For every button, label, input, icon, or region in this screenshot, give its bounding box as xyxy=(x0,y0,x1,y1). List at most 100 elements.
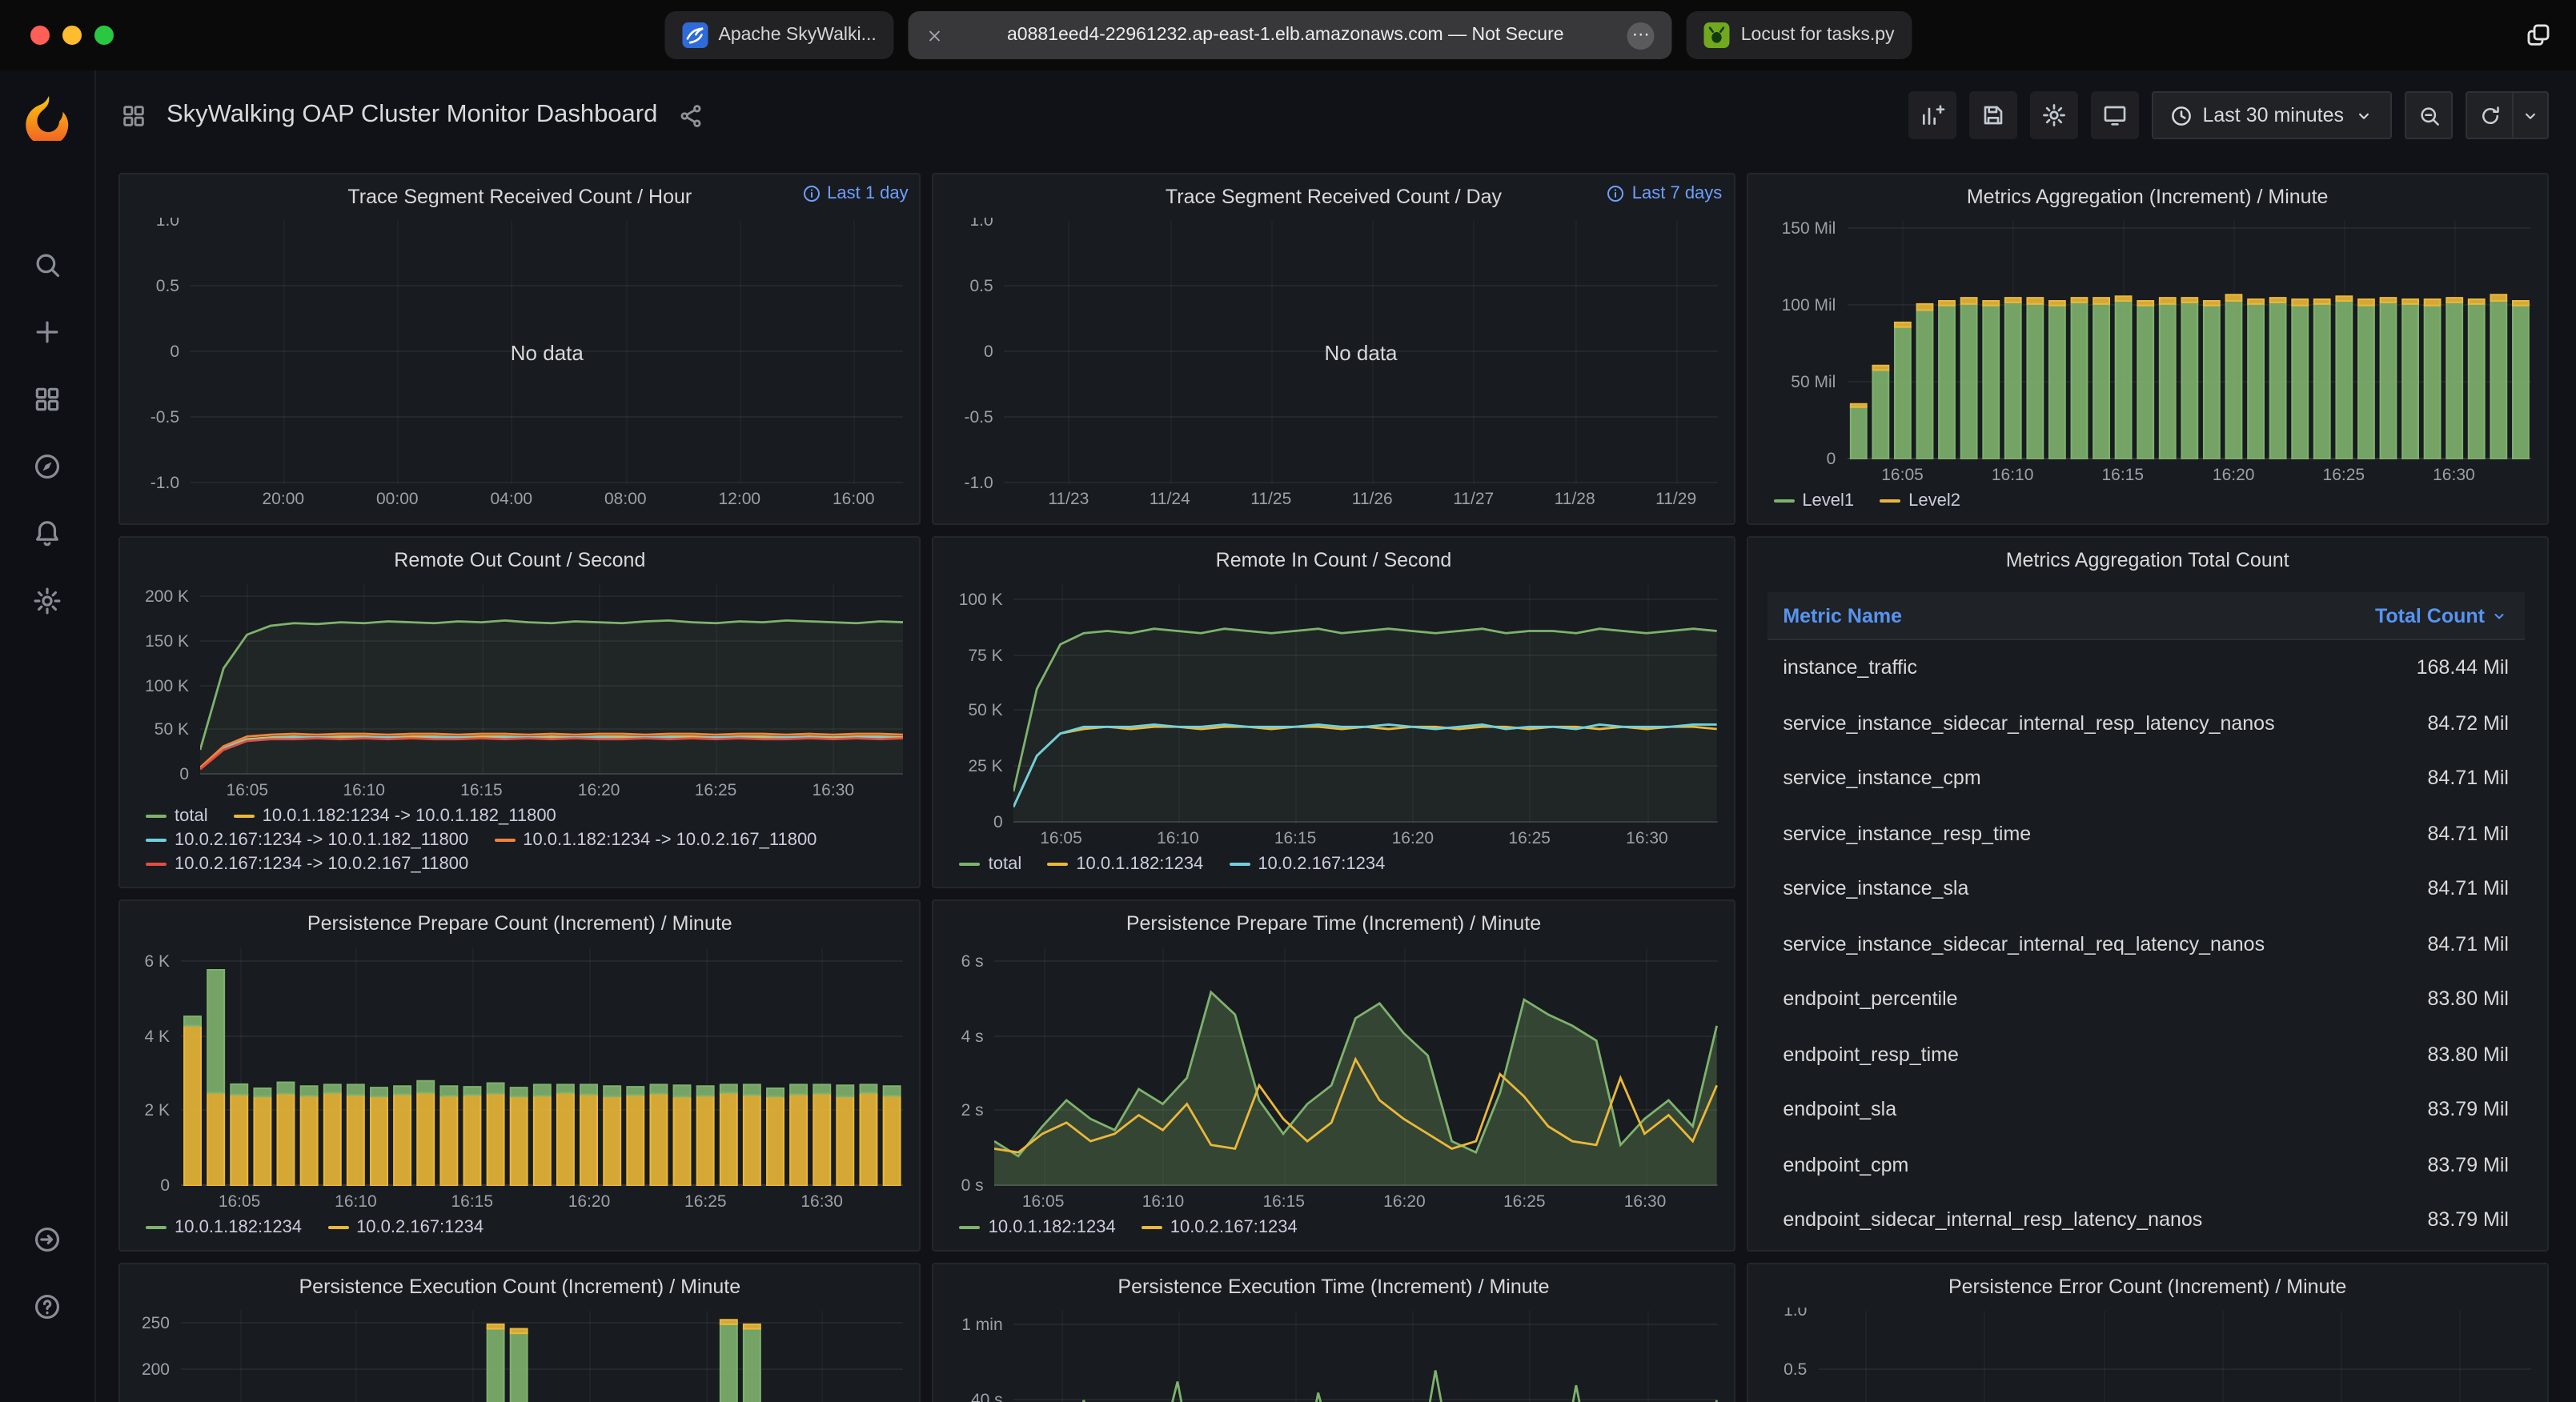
y-tick-label: 2 K xyxy=(144,1102,170,1121)
sidebar-item-create[interactable] xyxy=(14,298,81,365)
total-count-cell: 84.71 Mil xyxy=(2428,878,2509,900)
panel-title[interactable]: Trace Segment Received Count / Day xyxy=(1166,185,1502,207)
legend-item[interactable]: 10.0.1.182:1234 -> 10.0.2.167_11800 xyxy=(494,831,817,850)
zoom-window-button[interactable] xyxy=(94,26,114,45)
y-tick-label: 40 s xyxy=(971,1391,1003,1402)
refresh-interval-dropdown[interactable] xyxy=(2514,91,2549,139)
legend-item[interactable]: Level1 xyxy=(1773,491,1854,511)
legend-item[interactable]: 10.0.1.182:1234 -> 10.0.1.182_11800 xyxy=(234,807,556,826)
legend-marker-icon xyxy=(960,1226,981,1230)
x-tick-label: 04:00 xyxy=(491,490,533,509)
x-tick-label: 16:25 xyxy=(1503,1192,1546,1212)
column-header-metric-name[interactable]: Metric Name xyxy=(1783,604,1902,627)
browser-tab-active[interactable]: a0881eed4-22961232.ap-east-1.elb.amazona… xyxy=(909,11,1672,59)
tab-overview-icon[interactable] xyxy=(2525,22,2552,49)
y-tick-label: 0 xyxy=(1827,450,1836,469)
metric-name-cell: service_instance_sidecar_internal_req_la… xyxy=(1783,933,2265,955)
time-range-picker[interactable]: Last 30 minutes xyxy=(2152,91,2393,139)
panel-title[interactable]: Remote Out Count / Second xyxy=(394,548,645,571)
x-tick-label: 16:10 xyxy=(335,1192,377,1212)
panel-title[interactable]: Remote In Count / Second xyxy=(1216,548,1452,571)
panel-title[interactable]: Metrics Aggregation (Increment) / Minute xyxy=(1967,185,2329,207)
panel-time-link[interactable]: Last 7 days xyxy=(1607,184,1723,203)
add-panel-button[interactable] xyxy=(1908,91,1956,139)
y-tick-label: 0 xyxy=(170,342,179,362)
dashboard-scroll-area[interactable]: Trace Segment Received Count / Hour Last … xyxy=(96,160,2576,1402)
panel-persistence-execution-count: Persistence Execution Count (Increment) … xyxy=(118,1263,921,1402)
total-count-cell: 84.71 Mil xyxy=(2428,823,2509,845)
save-dashboard-button[interactable] xyxy=(1969,91,2017,139)
x-tick-label: 16:20 xyxy=(1392,829,1434,848)
sidebar-item-help[interactable] xyxy=(14,1272,81,1340)
legend-item[interactable]: 10.0.2.167:1234 xyxy=(1142,1218,1298,1237)
column-header-total-count[interactable]: Total Count xyxy=(2375,604,2509,627)
panel-title[interactable]: Persistence Prepare Time (Increment) / M… xyxy=(1126,911,1541,934)
legend-marker-icon xyxy=(1142,1226,1162,1230)
sidebar-item-sign-in[interactable] xyxy=(14,1205,81,1272)
x-tick-label: 16:05 xyxy=(219,1192,261,1212)
y-axis: -1.0-0.500.51.0 xyxy=(1760,1311,1818,1402)
x-tick-label: 16:20 xyxy=(2213,466,2255,485)
y-tick-label: 100 Mil xyxy=(1782,296,1836,315)
grafana-sidebar xyxy=(0,70,96,1402)
x-tick-label: 00:00 xyxy=(376,490,419,509)
x-tick-label: 16:15 xyxy=(1262,1192,1305,1212)
metric-name-cell: service_instance_resp_time xyxy=(1783,823,2031,845)
table-row: endpoint_sidecar_internal_resp_latency_n… xyxy=(1767,1192,2525,1237)
panel-body: -1.0-0.500.51.0No data11/2311/2411/2511/… xyxy=(934,218,1734,523)
panel-title[interactable]: Persistence Prepare Count (Increment) / … xyxy=(307,911,732,934)
dashboard-settings-button[interactable] xyxy=(2030,91,2078,139)
x-axis: 16:0516:1016:1516:2016:2516:30 xyxy=(200,775,904,802)
legend-item[interactable]: 10.0.2.167:1234 -> 10.0.1.182_11800 xyxy=(146,831,468,850)
panel-body: 05010015020025016:0516:1016:1516:2016:25… xyxy=(120,1308,920,1402)
refresh-button[interactable] xyxy=(2466,91,2514,139)
chart-canvas xyxy=(181,947,904,1186)
tab-bar: Apache SkyWalki... a0881eed4-22961232.ap… xyxy=(664,11,1912,59)
browser-tab-skywalking[interactable]: Apache SkyWalki... xyxy=(664,11,893,59)
legend-item[interactable]: 10.0.1.182:1234 xyxy=(1047,855,1203,874)
legend-item[interactable]: 10.0.1.182:1234 xyxy=(960,1218,1116,1237)
sign-in-icon xyxy=(32,1224,62,1254)
share-dashboard-icon[interactable] xyxy=(676,102,704,129)
panel-header: Trace Segment Received Count / Day Last 7… xyxy=(934,174,1734,218)
panel-time-link[interactable]: Last 1 day xyxy=(801,184,909,203)
browser-tab-locust[interactable]: Locust for tasks.py xyxy=(1687,11,1912,59)
tab-more-icon[interactable]: ⋯ xyxy=(1627,22,1655,49)
legend-marker-icon xyxy=(146,839,167,843)
close-tab-icon[interactable] xyxy=(926,26,944,44)
legend-item[interactable]: 10.0.2.167:1234 xyxy=(327,1218,484,1237)
x-axis: 20:0000:0004:0008:0012:0016:00 xyxy=(191,483,904,511)
panel-title[interactable]: Persistence Error Count (Increment) / Mi… xyxy=(1948,1275,2346,1297)
sidebar-item-configuration[interactable] xyxy=(14,567,81,634)
legend-item[interactable]: Level2 xyxy=(1880,491,1960,511)
panel-title[interactable]: Persistence Execution Time (Increment) /… xyxy=(1117,1275,1549,1297)
panel-title[interactable]: Metrics Aggregation Total Count xyxy=(2006,548,2289,571)
sidebar-item-dashboards[interactable] xyxy=(14,365,81,432)
panel-header: Trace Segment Received Count / Hour Last … xyxy=(120,174,920,218)
help-icon xyxy=(32,1291,62,1321)
sidebar-item-explore[interactable] xyxy=(14,432,81,499)
panel-title[interactable]: Trace Segment Received Count / Hour xyxy=(347,185,692,207)
close-window-button[interactable] xyxy=(30,26,50,45)
locust-favicon-icon xyxy=(1704,22,1730,48)
dashboard-grid-icon[interactable] xyxy=(120,102,147,129)
minimize-window-button[interactable] xyxy=(62,26,82,45)
x-tick-label: 11/27 xyxy=(1453,490,1494,509)
panel-metrics-aggregation: Metrics Aggregation (Increment) / Minute… xyxy=(1746,173,2549,525)
zoom-out-time-button[interactable] xyxy=(2405,91,2453,139)
x-tick-label: 16:10 xyxy=(1142,1192,1185,1212)
cycle-view-button[interactable] xyxy=(2091,91,2139,139)
panel-title[interactable]: Persistence Execution Count (Increment) … xyxy=(299,1275,741,1297)
legend-item[interactable]: total xyxy=(960,855,1022,874)
y-tick-label: 0 xyxy=(160,1176,170,1196)
legend-item[interactable]: 10.0.2.167:1234 -> 10.0.2.167_11800 xyxy=(146,855,468,874)
legend-item[interactable]: 10.0.1.182:1234 xyxy=(146,1218,302,1237)
grafana-logo-icon[interactable] xyxy=(23,93,71,141)
sidebar-item-search[interactable] xyxy=(14,230,81,298)
legend-item[interactable]: 10.0.2.167:1234 xyxy=(1229,855,1385,874)
tab-title: Apache SkyWalki... xyxy=(718,26,876,45)
legend-item[interactable]: total xyxy=(146,807,208,826)
x-tick-label: 16:05 xyxy=(1040,829,1082,848)
y-tick-label: 4 s xyxy=(961,1027,984,1047)
sidebar-item-alerting[interactable] xyxy=(14,499,81,567)
